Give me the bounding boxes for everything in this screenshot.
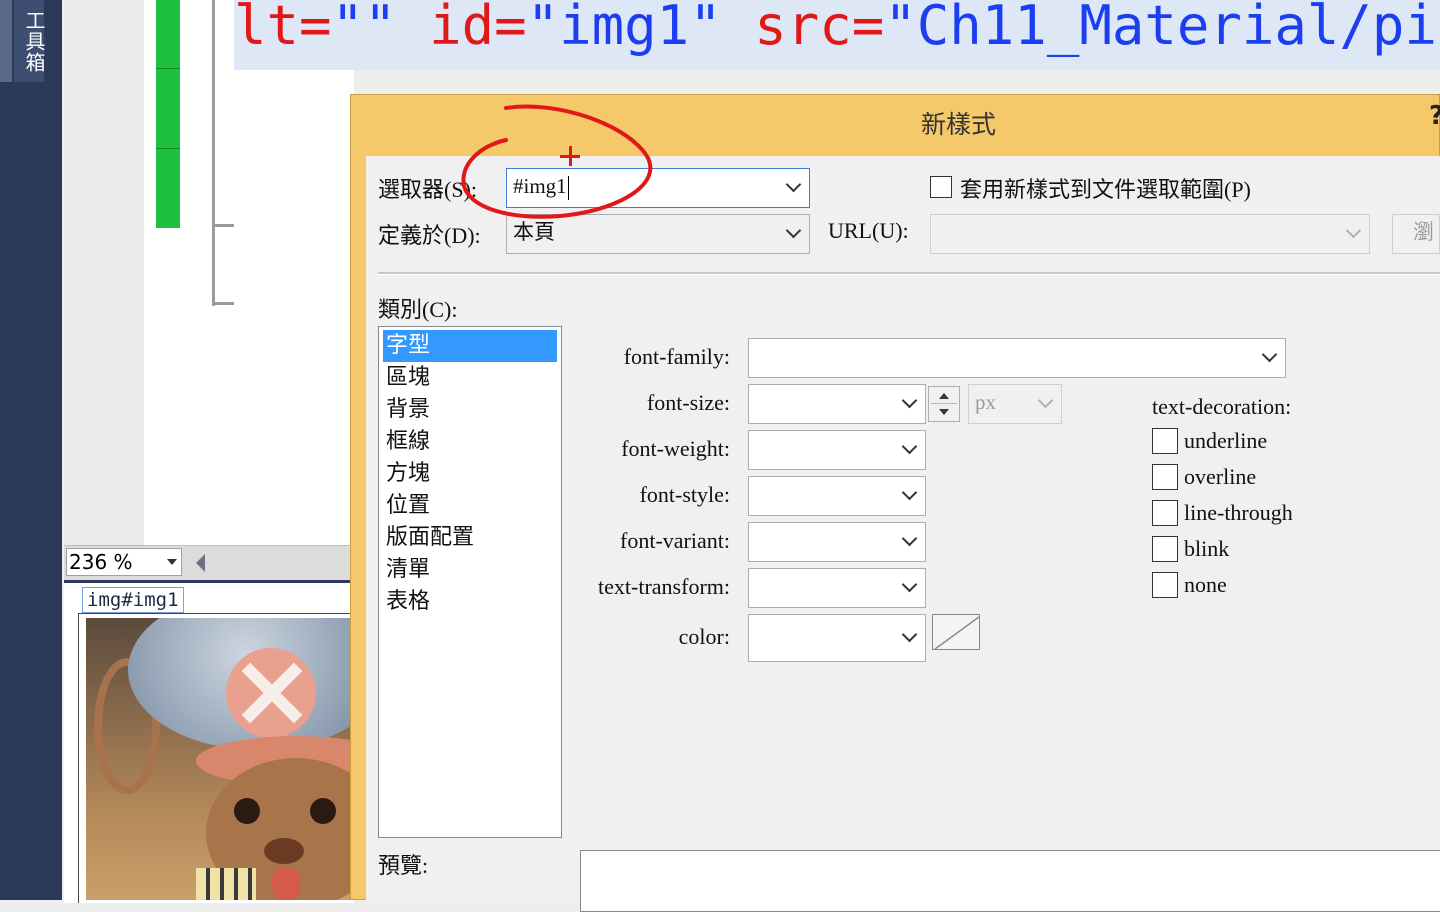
browse-button[interactable]: 瀏 [1392, 214, 1440, 254]
chevron-down-icon[interactable] [785, 176, 802, 193]
font-size-label: font-size: [646, 390, 730, 415]
image-detail [264, 838, 304, 864]
spin-divider [931, 403, 957, 404]
scroll-left-icon[interactable] [196, 554, 205, 572]
font-weight-label: font-weight: [621, 436, 730, 461]
chevron-down-icon [901, 530, 918, 547]
font-style-label: font-style: [639, 482, 730, 507]
font-size-spinner[interactable] [928, 386, 960, 422]
category-item-table[interactable]: 表格 [383, 586, 557, 618]
chevron-down-icon [901, 392, 918, 409]
image-detail [226, 648, 316, 738]
underline-label: underline [1184, 428, 1268, 453]
category-item-font[interactable]: 字型 [383, 330, 557, 362]
code-token: "img1" [526, 0, 755, 57]
chevron-down-icon [1037, 392, 1054, 409]
category-item-layout[interactable]: 版面配置 [383, 522, 557, 554]
category-item-border[interactable]: 框線 [383, 426, 557, 458]
image-detail [234, 798, 260, 824]
text-transform-select[interactable] [748, 568, 926, 608]
category-item-box[interactable]: 方塊 [383, 458, 557, 490]
spin-up-icon[interactable] [939, 393, 949, 399]
help-button[interactable]: ? [1429, 101, 1440, 131]
spin-down-icon[interactable] [939, 409, 949, 415]
category-label: 類別(C): [378, 297, 458, 322]
toolbox-accent [0, 0, 12, 82]
apply-style-label: 套用新樣式到文件選取範圍(P) [960, 177, 1251, 202]
category-item-background[interactable]: 背景 [383, 394, 557, 426]
font-family-label: font-family: [623, 344, 730, 369]
font-size-select[interactable] [748, 384, 926, 424]
category-item-position[interactable]: 位置 [383, 490, 557, 522]
category-item-block[interactable]: 區塊 [383, 362, 557, 394]
preview-box [580, 850, 1440, 912]
text-transform-label: text-transform: [598, 574, 730, 599]
url-label: URL(U): [828, 218, 909, 243]
selected-image[interactable] [86, 618, 354, 900]
overline-label: overline [1184, 464, 1257, 489]
code-token: "" [331, 0, 430, 57]
blink-label: blink [1184, 536, 1230, 561]
font-style-select[interactable] [748, 476, 926, 516]
code-token: lt= [234, 0, 332, 57]
chevron-down-icon [901, 626, 918, 643]
font-weight-select[interactable] [748, 430, 926, 470]
chevron-down-icon [901, 438, 918, 455]
browse-button-label: 瀏 [1413, 220, 1434, 244]
color-picker-swatch[interactable] [932, 614, 980, 650]
chevron-down-icon [901, 484, 918, 501]
underline-checkbox[interactable] [1152, 428, 1178, 454]
outline-tick [212, 302, 234, 305]
outline-guide [212, 0, 215, 306]
text-decoration-label: text-decoration: [1152, 394, 1292, 419]
line-through-checkbox[interactable] [1152, 500, 1178, 526]
category-listbox[interactable]: 字型 區塊 背景 框線 方塊 位置 版面配置 清單 表格 [378, 326, 562, 838]
code-token: id= [429, 0, 527, 57]
font-family-select[interactable] [748, 338, 1286, 378]
dialog-separator [378, 272, 1440, 275]
outline-tick [212, 224, 234, 227]
font-variant-select[interactable] [748, 522, 926, 562]
image-detail [196, 868, 256, 900]
annotation-circle [461, 104, 653, 219]
code-line[interactable]: lt="" id="img1" src="Ch11_Material/piece [234, 0, 1440, 70]
zoom-value: 236 % [69, 550, 133, 574]
chevron-down-icon [167, 559, 177, 565]
toolbox-tab[interactable]: 工具箱 [14, 0, 46, 82]
none-checkbox[interactable] [1152, 572, 1178, 598]
toolbox-tab-label: 工具箱 [22, 10, 46, 73]
zoom-select[interactable]: 236 % [66, 548, 182, 576]
change-indicator-bar [156, 0, 180, 228]
color-label: color: [678, 624, 730, 649]
code-token: "Ch11_Material/piece [884, 0, 1440, 57]
category-item-list[interactable]: 清單 [383, 554, 557, 586]
tag-border [78, 613, 79, 903]
code-token: src= [754, 0, 885, 57]
toolbox-strip: 工具箱 [0, 0, 62, 900]
tag-selector-chip[interactable]: img#img1 [82, 587, 184, 613]
font-variant-label: font-variant: [620, 528, 730, 553]
blink-checkbox[interactable] [1152, 536, 1178, 562]
image-detail [272, 868, 300, 900]
font-size-unit: px [975, 390, 996, 414]
editor-margin [64, 0, 144, 545]
chevron-down-icon [1261, 346, 1278, 363]
none-label: none [1184, 572, 1227, 597]
apply-style-checkbox[interactable] [930, 176, 952, 198]
chevron-down-icon [901, 576, 918, 593]
image-detail [310, 798, 336, 824]
color-select[interactable] [748, 614, 926, 662]
tag-underline [78, 613, 354, 614]
chevron-down-icon [1345, 222, 1362, 239]
zoom-bar: 236 % [64, 545, 354, 580]
chevron-down-icon [785, 222, 802, 239]
font-size-unit-select: px [968, 384, 1062, 424]
url-select [930, 214, 1370, 254]
preview-label: 預覽: [378, 853, 429, 878]
line-through-label: line-through [1184, 500, 1293, 525]
overline-checkbox[interactable] [1152, 464, 1178, 490]
